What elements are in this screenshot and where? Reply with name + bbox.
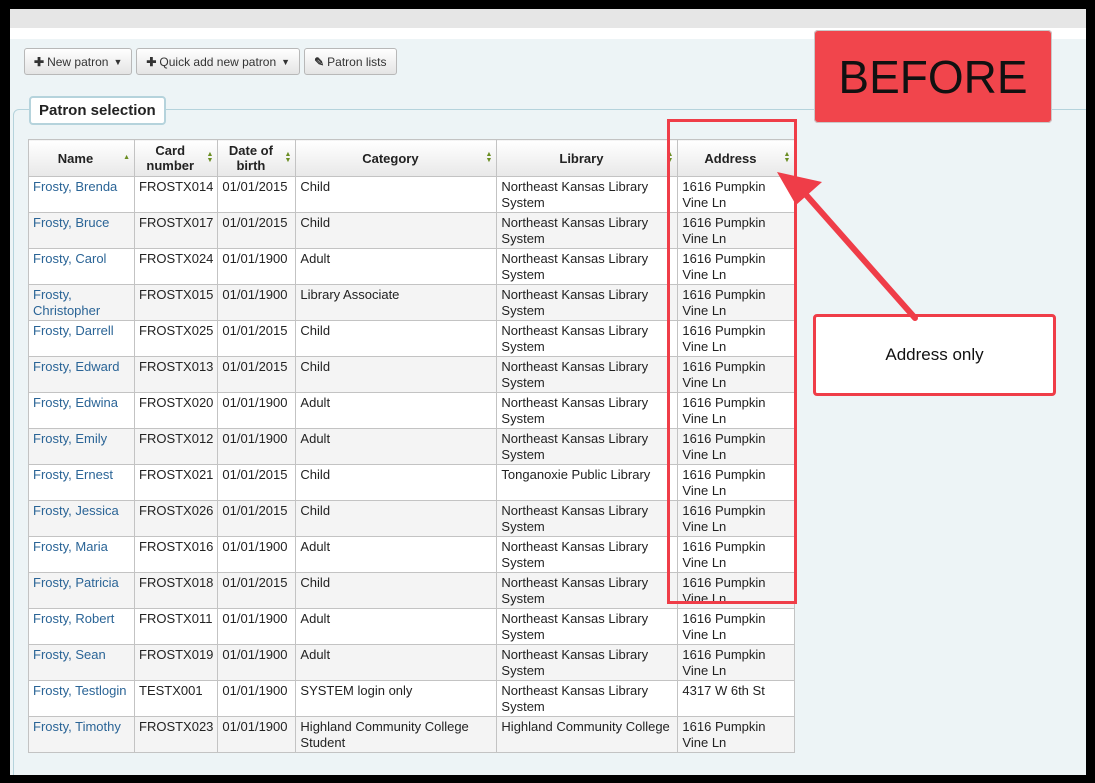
callout-arrow (777, 172, 918, 321)
arrow-head (777, 172, 822, 205)
arrow-shaft (797, 185, 918, 321)
